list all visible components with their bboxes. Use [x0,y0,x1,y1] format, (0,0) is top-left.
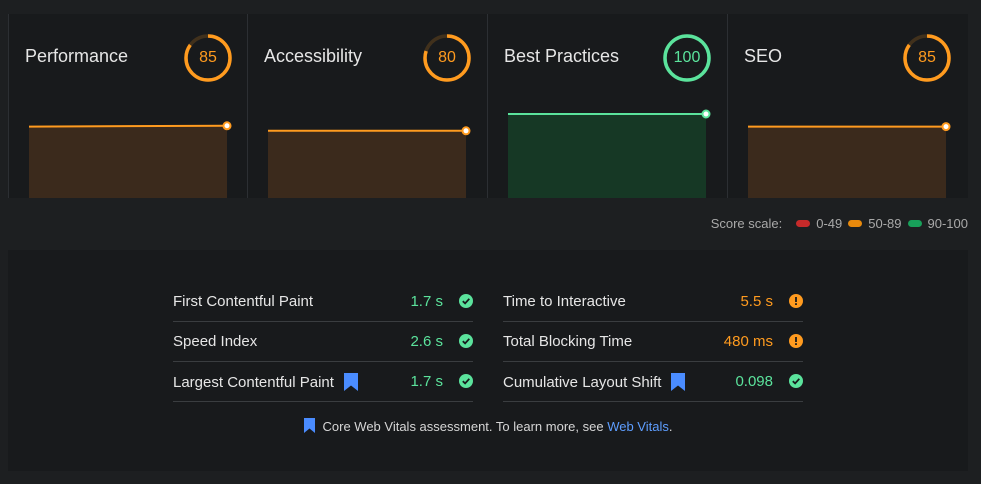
metric-name: Speed Index [173,333,258,350]
metric-row[interactable]: Total Blocking Time 480 ms [503,322,803,362]
history-point [941,122,951,132]
legend-range: 0-49 [816,216,843,231]
legend-item: 50-89 [848,216,902,231]
cwv-note-text: Core Web Vitals assessment. To learn mor… [322,419,608,434]
metric-row[interactable]: Largest Contentful Paint 1.7 s [173,362,473,402]
history-point [701,109,711,119]
score-gauge: 100 [662,33,712,83]
legend-swatch [907,220,922,227]
score-history-chart [746,104,952,198]
history-line [28,124,228,128]
category-card-best-practices[interactable]: Best Practices 100 [488,14,728,198]
web-vitals-link[interactable]: Web Vitals [607,419,669,434]
legend-items: 0-49 50-89 90-100 [790,216,968,231]
score-scale-label: Score scale: [710,216,783,231]
metric-row[interactable]: Speed Index 2.6 s [173,322,473,362]
metric-value: 2.6 s [410,333,443,350]
metric-value: 0.098 [735,373,773,390]
metric-value: 480 ms [723,333,773,350]
legend-range: 50-89 [868,216,902,231]
score-gauge: 80 [422,33,472,83]
category-title: Performance [25,46,129,66]
legend-swatch [796,220,811,227]
category-card-seo[interactable]: SEO 85 [728,14,968,198]
metric-name: Cumulative Layout Shift [503,373,662,391]
metric-label: Time to Interactive [503,293,626,310]
metrics-column-right: Time to Interactive 5.5 s Total Blocking T… [503,282,803,402]
core-web-vital-bookmark-icon [343,373,358,391]
metrics-column-left: First Contentful Paint 1.7 s Speed Index 2.… [173,282,473,402]
score-value: 85 [199,49,217,66]
metric-row[interactable]: First Contentful Paint 1.7 s [173,282,473,322]
metric-label: First Contentful Paint [173,293,313,310]
category-title: Accessibility [264,46,363,66]
cwv-note: Core Web Vitals assessment. To learn mor… [8,418,968,434]
metric-name: Largest Contentful Paint [173,373,334,391]
history-point [222,121,232,131]
metric-name: First Contentful Paint [173,293,314,310]
history-area [508,114,706,198]
category-card-performance[interactable]: Performance 85 [8,14,248,198]
bookmark-icon [303,418,315,433]
score-gauge: 85 [902,33,952,83]
core-web-vital-bookmark-icon [671,373,686,391]
metric-value: 1.7 s [410,373,443,390]
metric-value: 1.7 s [410,293,443,310]
metric-row[interactable]: Time to Interactive 5.5 s [503,282,803,322]
history-point [461,126,471,136]
pass-check-icon [459,334,473,348]
warning-info-icon [789,334,803,348]
cwv-note-suffix: . [668,419,673,434]
history-area [748,126,946,198]
category-title: Best Practices [504,46,620,66]
score-value: 100 [673,49,701,66]
category-card-accessibility[interactable]: Accessibility 80 [248,14,488,198]
metric-label: Largest Contentful Paint [173,373,358,391]
pass-check-icon [459,374,473,388]
legend-swatch [848,220,863,227]
metric-name: Time to Interactive [503,293,626,310]
score-value: 80 [438,49,456,66]
warning-info-icon [789,294,803,308]
legend-item: 90-100 [907,216,968,231]
metric-label: Speed Index [173,333,257,350]
metric-value: 5.5 s [740,293,773,310]
legend-item: 0-49 [796,216,842,231]
metric-name: Total Blocking Time [503,333,633,350]
legend-range: 90-100 [927,216,968,231]
history-area [29,125,227,198]
history-area [268,130,466,198]
metric-row[interactable]: Cumulative Layout Shift 0.098 [503,362,803,402]
score-history-chart [506,104,712,198]
pass-check-icon [459,294,473,308]
metrics-panel: First Contentful Paint 1.7 s Speed Index 2.… [8,250,968,471]
metric-label: Total Blocking Time [503,333,632,350]
metric-label: Cumulative Layout Shift [503,373,686,391]
score-history-chart [27,104,233,198]
category-cards: Performance 85 Accessibility 80 Best Practic… [8,14,968,198]
category-title: SEO [744,46,783,66]
score-gauge: 85 [183,33,233,83]
score-scale-legend: Score scale: 0-49 50-89 90-100 [711,216,968,231]
score-history-chart [266,104,472,198]
pass-check-icon [789,374,803,388]
score-value: 85 [918,49,936,66]
